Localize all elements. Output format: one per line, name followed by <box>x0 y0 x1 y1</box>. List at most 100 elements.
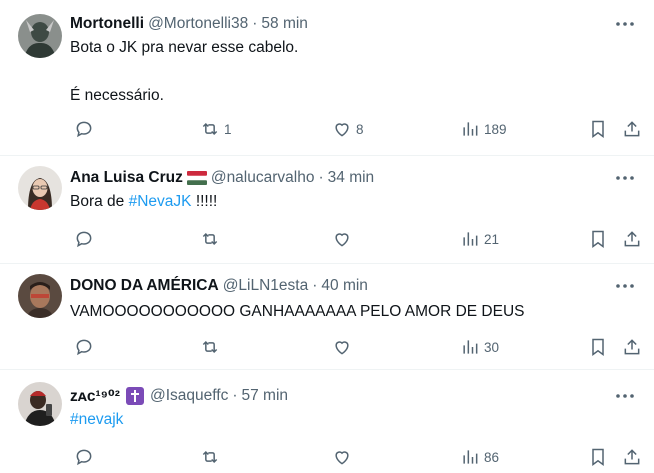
more-icon[interactable] <box>614 386 636 406</box>
views-button[interactable]: 21 <box>456 228 499 250</box>
handle[interactable]: @LiLN1esta <box>223 277 309 295</box>
retweet-button[interactable]: 1 <box>196 118 232 140</box>
like-icon <box>332 447 352 467</box>
share-button[interactable] <box>618 118 642 140</box>
retweet-count: 1 <box>224 121 232 137</box>
tweet-text-line-1: Bota o JK pra nevar esse cabelo. <box>70 39 299 56</box>
tweet-text: Bora de #NevaJK !!!!! <box>70 192 217 212</box>
handle[interactable]: @nalucarvalho <box>211 169 315 187</box>
share-icon <box>622 229 642 249</box>
reply-button[interactable] <box>70 228 94 250</box>
bookmark-button[interactable] <box>584 118 608 140</box>
timestamp[interactable]: 40 min <box>321 277 368 295</box>
avatar[interactable] <box>18 274 62 318</box>
bookmark-icon <box>588 337 608 357</box>
reply-icon <box>74 447 94 467</box>
tweet-text: #nevajk <box>70 410 123 430</box>
bookmark-button[interactable] <box>584 446 608 468</box>
handle[interactable]: @Mortonelli38 <box>148 15 248 33</box>
views-count: 30 <box>484 339 500 355</box>
bookmark-icon <box>588 119 608 139</box>
hungary-flag-icon <box>186 171 207 185</box>
reply-button[interactable] <box>70 336 94 358</box>
reply-button[interactable] <box>70 446 94 468</box>
avatar[interactable] <box>18 382 62 426</box>
more-icon[interactable] <box>614 14 636 34</box>
tweet-mortonelli[interactable]: Mortonelli @Mortonelli38 · 58 min Bota o… <box>0 0 654 156</box>
handle[interactable]: @Isaqueffc <box>150 387 228 405</box>
reply-button[interactable] <box>70 118 94 140</box>
views-icon <box>460 337 480 357</box>
retweet-button[interactable] <box>196 336 224 358</box>
retweet-icon <box>200 229 220 249</box>
reply-feed: Mortonelli @Mortonelli38 · 58 min Bota o… <box>0 0 654 473</box>
share-button[interactable] <box>618 336 642 358</box>
like-icon <box>332 229 352 249</box>
share-icon <box>622 337 642 357</box>
timestamp[interactable]: 57 min <box>242 387 289 405</box>
tweet-text-suffix: !!!!! <box>191 193 218 210</box>
views-button[interactable]: 86 <box>456 446 499 468</box>
views-count: 86 <box>484 449 500 465</box>
retweet-button[interactable] <box>196 446 224 468</box>
views-count: 189 <box>484 121 507 137</box>
separator: · <box>312 277 318 294</box>
reply-icon <box>74 337 94 357</box>
bookmark-icon <box>588 229 608 249</box>
bookmark-icon <box>588 447 608 467</box>
more-icon[interactable] <box>614 276 636 296</box>
retweet-icon <box>200 337 220 357</box>
views-icon <box>460 119 480 139</box>
like-icon <box>332 337 352 357</box>
tweet-zac1902[interactable]: ᴢᴀᴄ¹⁹⁰² @Isaqueffc · 57 min #nevajk 86 <box>0 370 654 473</box>
hashtag-link[interactable]: #NevaJK <box>129 193 192 210</box>
display-name[interactable]: DONO DA AMÉRICA <box>70 277 219 295</box>
tweet-text-line-2: É necessário. <box>70 87 164 104</box>
timestamp[interactable]: 34 min <box>328 169 375 187</box>
like-button[interactable]: 8 <box>328 118 364 140</box>
views-count: 21 <box>484 231 500 247</box>
separator: · <box>318 169 324 186</box>
like-icon <box>332 119 352 139</box>
share-icon <box>622 119 642 139</box>
action-bar: 86 <box>0 446 654 468</box>
views-icon <box>460 447 480 467</box>
like-button[interactable] <box>328 228 356 250</box>
tweet-header: DONO DA AMÉRICA @LiLN1esta · 40 min <box>70 276 368 296</box>
hashtag-link[interactable]: #nevajk <box>70 411 123 428</box>
action-bar: 21 <box>0 228 654 250</box>
share-button[interactable] <box>618 228 642 250</box>
cross-badge-icon <box>125 387 144 405</box>
views-button[interactable]: 189 <box>456 118 507 140</box>
like-count: 8 <box>356 121 364 137</box>
action-bar: 1 8 189 <box>0 118 654 140</box>
separator: · <box>232 387 238 404</box>
bookmark-button[interactable] <box>584 336 608 358</box>
tweet-text-prefix: Bora de <box>70 193 129 210</box>
like-button[interactable] <box>328 446 356 468</box>
like-button[interactable] <box>328 336 356 358</box>
more-icon[interactable] <box>614 168 636 188</box>
display-name[interactable]: Mortonelli <box>70 15 144 33</box>
display-name[interactable]: Ana Luisa Cruz <box>70 169 183 187</box>
retweet-button[interactable] <box>196 228 224 250</box>
tweet-header: ᴢᴀᴄ¹⁹⁰² @Isaqueffc · 57 min <box>70 386 288 406</box>
display-name[interactable]: ᴢᴀᴄ¹⁹⁰² <box>70 387 120 406</box>
share-button[interactable] <box>618 446 642 468</box>
retweet-icon <box>200 119 220 139</box>
avatar[interactable] <box>18 14 62 58</box>
tweet-dono-da-america[interactable]: DONO DA AMÉRICA @LiLN1esta · 40 min VAMO… <box>0 264 654 370</box>
bookmark-button[interactable] <box>584 228 608 250</box>
tweet-text: VAMOOOOOOOOOOO GANHAAAAAAA PELO AMOR DE … <box>70 303 525 320</box>
retweet-icon <box>200 447 220 467</box>
views-button[interactable]: 30 <box>456 336 499 358</box>
share-icon <box>622 447 642 467</box>
tweet-header: Ana Luisa Cruz @nalucarvalho · 34 min <box>70 168 374 188</box>
action-bar: 30 <box>0 336 654 358</box>
avatar[interactable] <box>18 166 62 210</box>
tweet-ana-luisa-cruz[interactable]: Ana Luisa Cruz @nalucarvalho · 34 min Bo… <box>0 156 654 264</box>
timestamp[interactable]: 58 min <box>261 15 308 33</box>
views-icon <box>460 229 480 249</box>
reply-icon <box>74 229 94 249</box>
tweet-header: Mortonelli @Mortonelli38 · 58 min <box>70 14 308 34</box>
